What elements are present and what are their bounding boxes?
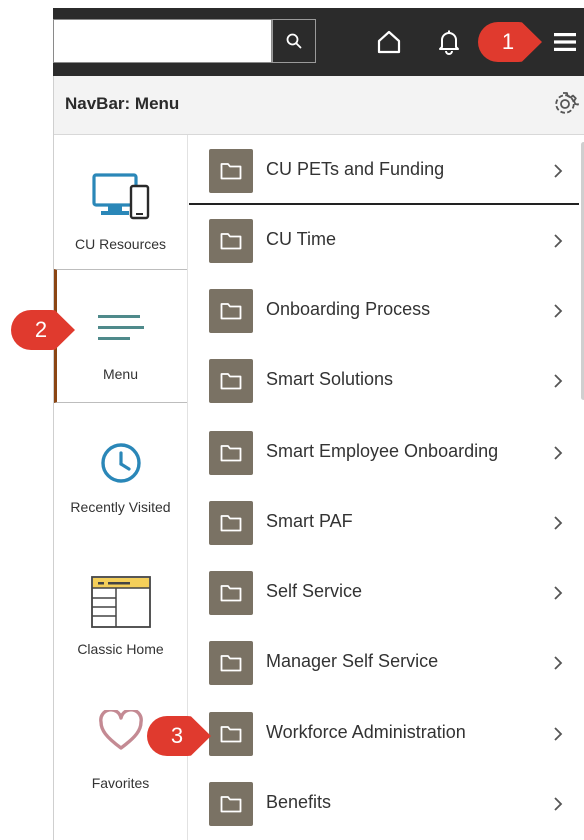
navbar-panel: NavBar: Menu CU Resources Menu Recently … xyxy=(53,76,584,840)
menu-item-label: Onboarding Process xyxy=(266,299,431,319)
folder-icon xyxy=(209,712,253,756)
chevron-right-icon xyxy=(554,446,563,460)
chevron-right-icon xyxy=(554,374,563,388)
hamburger-icon[interactable] xyxy=(549,26,581,58)
classic-home-icon xyxy=(54,575,187,629)
tile-label: CU Resources xyxy=(74,236,167,252)
folder-icon xyxy=(209,571,253,615)
chevron-right-icon xyxy=(554,797,563,811)
panel-header: NavBar: Menu xyxy=(54,76,584,135)
chevron-right-icon xyxy=(554,164,563,178)
callout-1: 1 xyxy=(478,22,542,62)
folder-icon xyxy=(209,782,253,826)
search-icon xyxy=(286,33,302,49)
panel-title: NavBar: Menu xyxy=(65,94,180,113)
gear-icon[interactable] xyxy=(551,90,579,118)
tile-label: Recently Visited xyxy=(70,499,171,515)
home-icon[interactable] xyxy=(373,26,405,58)
callout-number: 1 xyxy=(501,29,515,54)
devices-icon xyxy=(54,172,187,224)
chevron-right-icon xyxy=(554,656,563,670)
menu-item-cu-pets-and-funding[interactable]: CU PETs and Funding xyxy=(189,135,579,205)
chevron-right-icon xyxy=(554,304,563,318)
menu-item-label: Benefits xyxy=(266,792,332,812)
tile-recently-visited[interactable]: Recently Visited xyxy=(54,403,187,537)
callout-number: 3 xyxy=(170,723,184,748)
clock-icon xyxy=(54,441,187,485)
folder-icon xyxy=(209,219,253,263)
menu-item-label: Manager Self Service xyxy=(266,651,439,671)
chevron-right-icon xyxy=(554,727,563,741)
menu-item-smart-paf[interactable]: Smart PAF xyxy=(189,487,579,557)
callout-3: 3 xyxy=(147,716,211,756)
tile-classic-home[interactable]: Classic Home xyxy=(54,537,187,671)
folder-icon xyxy=(209,149,253,193)
tile-label: Classic Home xyxy=(77,641,164,657)
menu-item-onboarding-process[interactable]: Onboarding Process xyxy=(189,275,579,345)
search-button[interactable] xyxy=(272,19,316,63)
folder-icon xyxy=(209,289,253,333)
tile-label: Menu xyxy=(102,366,139,382)
menu-item-label: Workforce Administration xyxy=(266,722,466,742)
chevron-right-icon xyxy=(554,516,563,530)
folder-icon xyxy=(209,641,253,685)
callout-number: 2 xyxy=(34,317,48,342)
chevron-right-icon xyxy=(554,586,563,600)
menu-item-label: CU PETs and Funding xyxy=(266,159,445,179)
search-input[interactable] xyxy=(53,19,272,63)
folder-icon xyxy=(209,431,253,475)
menu-item-manager-self-service[interactable]: Manager Self Service xyxy=(189,627,579,697)
callout-2: 2 xyxy=(11,310,75,350)
chevron-right-icon xyxy=(554,234,563,248)
tile-cu-resources[interactable]: CU Resources xyxy=(54,135,187,269)
menu-item-workforce-administration[interactable]: Workforce Administration xyxy=(189,698,579,768)
menu-item-smart-solutions[interactable]: Smart Solutions xyxy=(189,345,579,415)
menu-item-label: Smart Employee Onboarding xyxy=(266,441,499,461)
menu-item-label: Smart Solutions xyxy=(266,369,394,389)
folder-icon xyxy=(209,359,253,403)
menu-item-label: CU Time xyxy=(266,229,337,249)
folder-icon xyxy=(209,501,253,545)
menu-item-benefits[interactable]: Benefits xyxy=(189,768,579,838)
menu-item-self-service[interactable]: Self Service xyxy=(189,557,579,627)
menu-list: CU PETs and Funding CU Time Onboarding P… xyxy=(189,135,582,840)
menu-item-label: Self Service xyxy=(266,581,363,601)
tile-label: Favorites xyxy=(91,775,150,791)
bell-icon[interactable] xyxy=(433,26,465,58)
menu-item-cu-time[interactable]: CU Time xyxy=(189,205,579,275)
menu-item-smart-employee-onboarding[interactable]: Smart Employee Onboarding xyxy=(189,417,579,487)
menu-item-label: Smart PAF xyxy=(266,511,353,531)
